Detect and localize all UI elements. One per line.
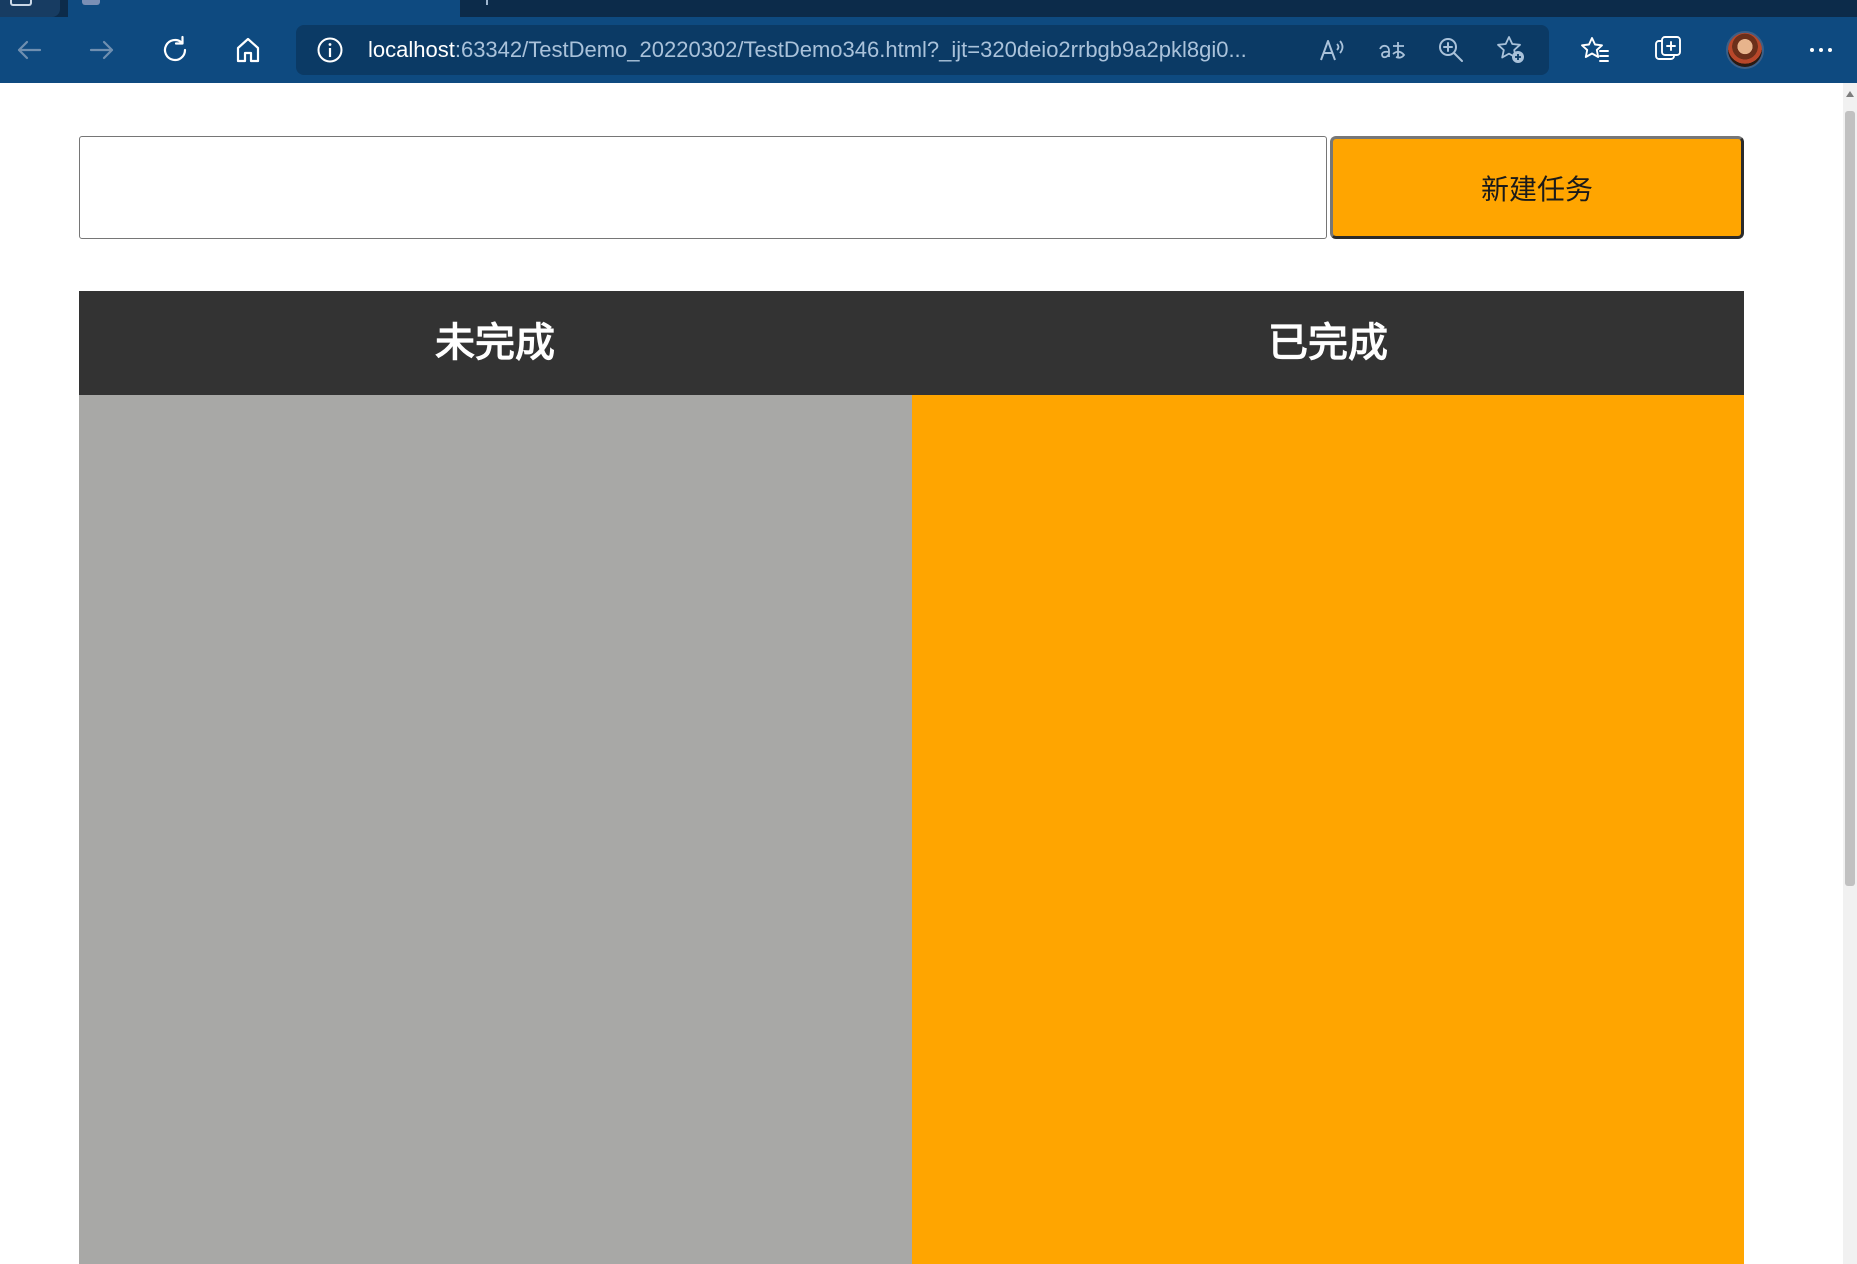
avatar[interactable] <box>1726 31 1764 69</box>
add-favorite-icon <box>1497 36 1524 63</box>
translate-button[interactable] <box>1376 34 1408 66</box>
task-board: 未完成 已完成 <box>79 291 1744 1264</box>
more-button[interactable] <box>1798 27 1844 73</box>
favicon-icon <box>82 0 100 5</box>
refresh-button[interactable] <box>152 27 198 73</box>
tab-actions-button[interactable] <box>0 0 60 17</box>
browser-tab-active[interactable] <box>68 0 460 17</box>
scrollbar-thumb[interactable] <box>1845 111 1855 886</box>
back-button[interactable] <box>6 27 52 73</box>
favorites-icon <box>1581 37 1609 62</box>
read-aloud-button[interactable] <box>1316 34 1348 66</box>
url-path: :63342/TestDemo_20220302/TestDemo346.htm… <box>454 37 1247 62</box>
column-title-undone: 未完成 <box>435 320 555 366</box>
url-text[interactable]: localhost:63342/TestDemo_20220302/TestDe… <box>368 25 1298 75</box>
column-title-done: 已完成 <box>1268 320 1388 366</box>
board-header: 未完成 已完成 <box>79 291 1744 395</box>
page-content: 新建任务 未完成 已完成 <box>0 83 1857 1264</box>
forward-arrow-icon <box>89 40 114 60</box>
new-task-button[interactable]: 新建任务 <box>1330 136 1744 239</box>
read-aloud-icon <box>1320 40 1344 61</box>
back-arrow-icon <box>17 40 42 60</box>
home-icon <box>236 37 260 63</box>
new-task-label: 新建任务 <box>1480 172 1593 206</box>
tab-strip <box>0 0 1857 17</box>
address-bar[interactable]: localhost:63342/TestDemo_20220302/TestDe… <box>296 25 1549 75</box>
zoom-button[interactable] <box>1435 34 1467 66</box>
collections-button[interactable] <box>1645 27 1691 73</box>
new-tab-icon[interactable] <box>486 0 488 5</box>
favorites-button[interactable] <box>1572 27 1618 73</box>
browser-toolbar: localhost:63342/TestDemo_20220302/TestDe… <box>0 17 1857 83</box>
collections-icon <box>1655 36 1681 60</box>
translate-icon <box>1379 42 1406 59</box>
add-favorite-button[interactable] <box>1495 34 1527 66</box>
home-button[interactable] <box>225 27 271 73</box>
more-icon <box>1810 48 1832 52</box>
zoom-icon <box>1439 38 1463 62</box>
column-done-dropzone[interactable] <box>912 395 1744 1264</box>
column-undone-dropzone[interactable] <box>79 395 912 1264</box>
scroll-up-icon[interactable] <box>1846 91 1854 97</box>
url-host: localhost <box>368 37 455 62</box>
site-info-button[interactable] <box>316 36 344 64</box>
tab-actions-icon <box>10 0 32 6</box>
refresh-icon <box>163 35 187 62</box>
info-icon <box>317 37 343 63</box>
forward-button[interactable] <box>79 27 125 73</box>
vertical-scrollbar[interactable] <box>1843 83 1857 1264</box>
task-input[interactable] <box>79 136 1327 239</box>
